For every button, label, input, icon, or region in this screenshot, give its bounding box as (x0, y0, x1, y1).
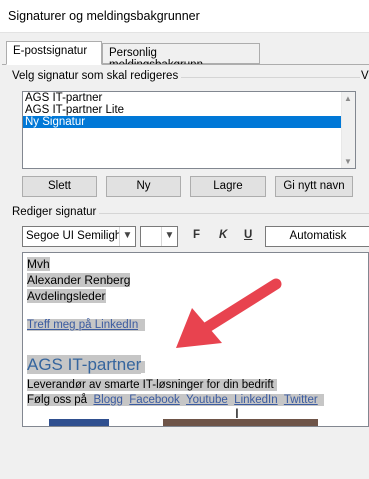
text-cursor-icon: I (235, 405, 239, 421)
twitter-link[interactable]: Twitter (284, 394, 318, 406)
delete-button[interactable]: Slett (22, 176, 97, 197)
blogg-link[interactable]: Blogg (93, 394, 122, 406)
role-text: Avdelingsleder (27, 289, 106, 303)
edit-signature-label: Rediger signatur (12, 206, 100, 218)
name-text: Alexander Renberg (27, 273, 131, 287)
chevron-down-icon[interactable]: ▼ (161, 227, 177, 246)
youtube-link[interactable]: Youtube (186, 394, 228, 406)
rename-button[interactable]: Gi nytt navn (275, 176, 353, 197)
linkedin-link[interactable]: LinkedIn (234, 394, 277, 406)
select-signature-label: Velg signatur som skal redigeres (12, 70, 182, 82)
signature-list-item-selected[interactable]: Ny Signatur (23, 116, 341, 128)
font-name-value: Segoe UI Semiligh (26, 230, 122, 242)
tab-personlig-meldingsbakgrunn[interactable]: Personlig meldingsbakgrunn (102, 43, 260, 71)
follow-text: Følg oss på (27, 394, 88, 406)
banner-image-part (163, 419, 318, 426)
tagline-text: Leverandør av smarte IT-løsninger for di… (27, 379, 274, 391)
greeting-text: Mvh (27, 257, 50, 271)
font-name-select[interactable]: Segoe UI Semiligh ▼ (22, 226, 136, 247)
tab-e-postsignatur[interactable]: E-postsignatur (6, 41, 102, 65)
signature-list-item[interactable]: AGS IT-partner Lite (23, 104, 355, 116)
tab-label: E-postsignatur (13, 45, 88, 57)
linkedin-profile-link[interactable]: Treff meg på LinkedIn (27, 319, 139, 331)
signature-list-item[interactable]: AGS IT-partner (23, 92, 355, 104)
scroll-down-icon[interactable]: ▼ (344, 157, 352, 166)
italic-button[interactable]: K (219, 229, 227, 241)
signature-editor[interactable]: Mvh Alexander Renberg Avdelingsleder Tre… (22, 252, 369, 427)
title-bar: Signaturer og meldingsbakgrunner (0, 0, 369, 33)
color-value: Automatisk (289, 230, 347, 242)
font-size-select[interactable]: ▼ (140, 226, 178, 247)
signature-list[interactable]: AGS IT-partner AGS IT-partner Lite Ny Si… (22, 91, 356, 169)
underline-button[interactable]: U (244, 229, 252, 241)
dialog-footer (0, 462, 369, 479)
bold-button[interactable]: F (193, 229, 200, 241)
new-button[interactable]: Ny (106, 176, 181, 197)
save-button[interactable]: Lagre (190, 176, 266, 197)
chevron-down-icon[interactable]: ▼ (119, 227, 135, 246)
default-signature-label: V (361, 70, 369, 82)
window-title: Signaturer og meldingsbakgrunner (8, 9, 200, 23)
facebook-link[interactable]: Facebook (129, 394, 180, 406)
banner-image-part (49, 419, 109, 426)
scroll-up-icon[interactable]: ▲ (344, 94, 352, 103)
color-select[interactable]: Automatisk (265, 226, 369, 247)
company-name-text: AGS IT-partner (27, 355, 142, 374)
list-scrollbar[interactable]: ▲ ▼ (341, 92, 355, 168)
